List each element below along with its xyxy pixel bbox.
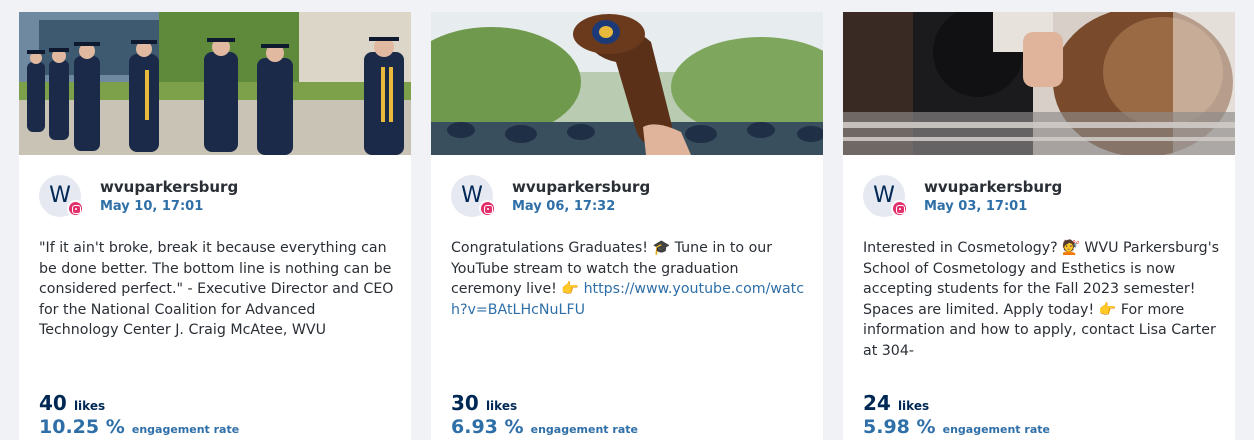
- post-image-cosmetology[interactable]: [843, 12, 1235, 155]
- engagement-rate-value: 10.25 %: [39, 416, 125, 438]
- post-timestamp[interactable]: May 06, 17:32: [512, 199, 615, 214]
- post-image-graduates-walking[interactable]: [19, 12, 411, 155]
- likes-label: likes: [485, 399, 518, 413]
- post-card-3[interactable]: W wvuparkersburg May 03, 17:01 Intereste…: [843, 12, 1235, 440]
- gavel-photo: [431, 12, 823, 155]
- cosmetology-photo: [843, 12, 1235, 155]
- post-timestamp[interactable]: May 10, 17:01: [100, 199, 203, 214]
- post-likes: 24 likes: [863, 391, 929, 415]
- instagram-icon: [67, 200, 84, 217]
- engagement-rate-label: engagement rate: [530, 423, 638, 436]
- engagement-rate-label: engagement rate: [131, 423, 240, 436]
- post-card-1[interactable]: W wvuparkersburg May 10, 17:01 "If it ai…: [19, 12, 411, 440]
- instagram-icon: [891, 200, 908, 217]
- post-image-gavel[interactable]: [431, 12, 823, 155]
- engagement-rate-label: engagement rate: [942, 423, 1050, 436]
- post-header: W wvuparkersburg May 10, 17:01: [39, 175, 399, 217]
- engagement-rate-value: 5.98 %: [863, 416, 936, 438]
- likes-count: 40: [39, 391, 67, 415]
- post-caption: Interested in Cosmetology? 💇 WVU Parkers…: [863, 240, 1219, 359]
- post-engagement: 5.98 % engagement rate: [863, 416, 1050, 438]
- engagement-rate-value: 6.93 %: [451, 416, 524, 438]
- post-engagement: 10.25 % engagement rate: [39, 416, 239, 438]
- post-engagement: 6.93 % engagement rate: [451, 416, 638, 438]
- post-header: W wvuparkersburg May 03, 17:01: [863, 175, 1223, 217]
- post-card-2[interactable]: W wvuparkersburg May 06, 17:32 Congratul…: [431, 12, 823, 440]
- post-caption: "If it ain't broke, break it because eve…: [39, 240, 394, 338]
- graduates-photo: [19, 12, 411, 155]
- post-username[interactable]: wvuparkersburg: [100, 178, 238, 196]
- likes-count: 30: [451, 391, 479, 415]
- likes-label: likes: [897, 399, 930, 413]
- post-header: W wvuparkersburg May 06, 17:32: [451, 175, 811, 217]
- post-likes: 40 likes: [39, 391, 105, 415]
- post-username[interactable]: wvuparkersburg: [512, 178, 650, 196]
- post-caption: Congratulations Graduates! 🎓 Tune in to …: [451, 238, 811, 320]
- likes-label: likes: [73, 399, 106, 413]
- post-username[interactable]: wvuparkersburg: [924, 178, 1062, 196]
- social-post-feed: W wvuparkersburg May 10, 17:01 "If it ai…: [0, 0, 1254, 440]
- likes-count: 24: [863, 391, 891, 415]
- post-timestamp[interactable]: May 03, 17:01: [924, 199, 1027, 214]
- instagram-icon: [479, 200, 496, 217]
- post-likes: 30 likes: [451, 391, 517, 415]
